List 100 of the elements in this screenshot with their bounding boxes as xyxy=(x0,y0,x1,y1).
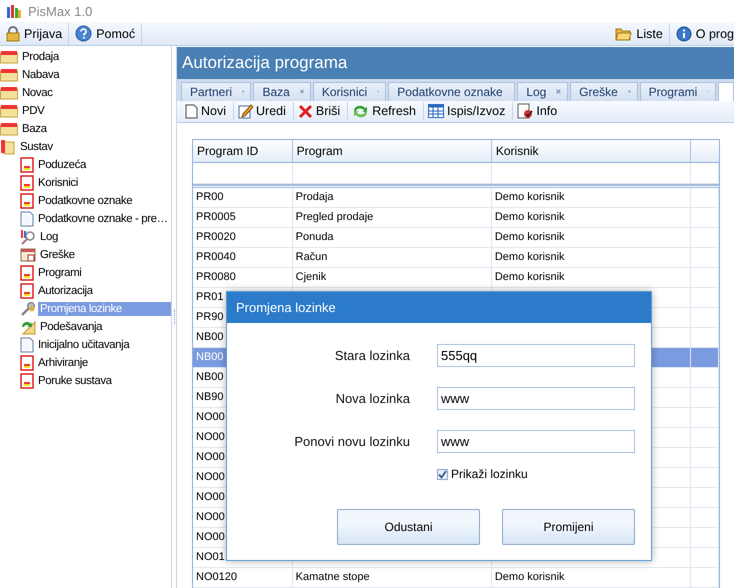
tab[interactable]: Partneri xyxy=(181,82,252,101)
table-cell: PR0080 xyxy=(196,271,236,284)
table-cell: NO00 xyxy=(196,431,225,444)
column-header[interactable]: Korisnik xyxy=(492,140,692,162)
form-icon xyxy=(20,157,34,173)
new-document-icon xyxy=(185,103,198,120)
tree-item[interactable]: Inicijalno učitavanja xyxy=(36,338,171,352)
magnifier-icon xyxy=(20,229,36,245)
table-cell: NO00 xyxy=(196,411,225,424)
table-cell: NO00 xyxy=(196,511,225,524)
dialog-title: Promjena lozinke xyxy=(227,292,651,323)
tab[interactable]: Log xyxy=(517,82,568,101)
tree-item[interactable]: Autorizacija xyxy=(36,284,171,298)
tree-item[interactable]: Greške xyxy=(38,248,171,262)
panel-title: Autorizacija programa xyxy=(177,47,734,80)
table-row[interactable]: NO0120 Kamatne stope Demo korisnik xyxy=(193,568,719,588)
column-header[interactable]: Program ID xyxy=(193,140,293,162)
form-icon xyxy=(20,193,34,209)
table-cell: Demo korisnik xyxy=(494,571,565,584)
menu-item[interactable]: O prog xyxy=(670,22,734,44)
table-cell: NB00 xyxy=(196,351,224,364)
password-field[interactable]: www xyxy=(437,430,635,453)
checkbox[interactable] xyxy=(437,468,448,480)
field-label: Ponovi novu lozinku xyxy=(293,434,410,449)
table-cell: NB00 xyxy=(196,371,224,384)
dialog-button[interactable]: Odustani xyxy=(337,509,480,545)
tree-item[interactable]: Podešavanja xyxy=(38,320,171,334)
table-cell: Demo korisnik xyxy=(494,191,565,204)
binder-icon[interactable] xyxy=(0,139,16,155)
table-cell: PR01 xyxy=(196,291,224,304)
password-field[interactable]: www xyxy=(437,387,635,410)
toolbar-button[interactable]: Info xyxy=(513,102,564,120)
table-cell: Ponuda xyxy=(296,231,334,244)
folder-icon xyxy=(0,50,18,64)
menu-item[interactable]: Prijava xyxy=(0,22,70,44)
tab[interactable]: Podatkovne oznake xyxy=(388,82,516,101)
field-label: Nova lozinka xyxy=(334,391,410,406)
form-icon xyxy=(20,283,34,299)
table-cell: Račun xyxy=(296,251,328,264)
tab[interactable]: Baza xyxy=(253,82,311,101)
password-field[interactable]: 555qq xyxy=(437,344,635,367)
tree-item[interactable]: Log xyxy=(38,230,171,244)
table-cell: Demo korisnik xyxy=(494,231,565,244)
table-cell: NB00 xyxy=(196,331,224,344)
tree-item[interactable]: Podatkovne oznake xyxy=(36,194,171,208)
table-cell: PR90 xyxy=(196,311,224,324)
form-icon xyxy=(20,265,34,281)
form-icon xyxy=(20,175,34,191)
table-row[interactable]: PR0020 Ponuda Demo korisnik xyxy=(193,228,719,248)
table-row[interactable]: PR0080 Cjenik Demo korisnik xyxy=(193,268,719,288)
settings-icon xyxy=(20,319,36,335)
table-row[interactable]: PR0005 Pregled prodaje Demo korisnik xyxy=(193,208,719,228)
sheet-icon xyxy=(20,247,36,263)
tab[interactable]: Programi xyxy=(640,82,716,101)
table-cell: Pregled prodaje xyxy=(296,211,374,224)
toolbar-button[interactable]: Ispis/Izvoz xyxy=(424,102,514,120)
table-cell: NO00 xyxy=(196,471,225,484)
menu-item[interactable]: Liste xyxy=(609,22,670,44)
field-label: Stara lozinka xyxy=(334,348,410,363)
tree-item[interactable]: Korisnici xyxy=(36,176,171,190)
column-header[interactable]: Program xyxy=(292,140,492,162)
tree-item[interactable]: Arhiviranje xyxy=(36,356,171,370)
tree-item[interactable]: Sustav xyxy=(18,140,171,154)
tree-item[interactable]: Prodaja xyxy=(20,50,171,64)
dialog-button[interactable]: Promijeni xyxy=(502,509,635,545)
table-cell: PR00 xyxy=(196,191,224,204)
document-icon xyxy=(20,211,34,227)
close-icon[interactable] xyxy=(556,87,562,96)
form-icon xyxy=(20,373,34,389)
folder-icon xyxy=(615,26,632,40)
tab[interactable] xyxy=(718,82,734,101)
keys-icon xyxy=(20,301,36,317)
checkbox-label[interactable]: Prikaži lozinku xyxy=(451,467,528,481)
toolbar-button[interactable]: Novi xyxy=(181,102,234,120)
tree-item[interactable]: Nabava xyxy=(20,68,171,82)
tree-item[interactable]: Poruke sustava xyxy=(36,374,171,388)
tree-item[interactable]: Poduzeća xyxy=(36,158,171,172)
close-icon[interactable] xyxy=(300,87,304,96)
tab[interactable]: Korisnici xyxy=(312,82,386,101)
menu-item[interactable]: Pomoć xyxy=(69,22,142,44)
tree-item[interactable]: PDV xyxy=(20,104,171,118)
tree-item[interactable]: Programi xyxy=(36,266,171,280)
table-row[interactable]: PR00 Prodaja Demo korisnik xyxy=(193,188,719,208)
table-row[interactable]: PR0040 Račun Demo korisnik xyxy=(193,248,719,268)
form-icon xyxy=(20,355,34,371)
tab[interactable]: Greške xyxy=(570,82,638,101)
toolbar-button[interactable]: Briši xyxy=(294,102,348,120)
table-cell: NB90 xyxy=(196,391,224,404)
tree-item[interactable]: Novac xyxy=(20,86,171,100)
table-cell: Cjenik xyxy=(296,271,326,284)
tree-item[interactable]: Podatkovne oznake - pre… xyxy=(36,212,171,226)
table-cell: NO00 xyxy=(196,531,225,544)
toolbar-button[interactable]: Refresh xyxy=(348,102,424,120)
folder-icon xyxy=(0,122,18,136)
table-cell: NO0120 xyxy=(196,571,237,584)
tree-item[interactable]: Baza xyxy=(20,122,171,136)
toolbar-button[interactable]: Uredi xyxy=(234,102,294,120)
table-cell: NO01 xyxy=(196,551,225,564)
document-icon xyxy=(20,337,34,353)
folder-icon xyxy=(0,104,18,118)
